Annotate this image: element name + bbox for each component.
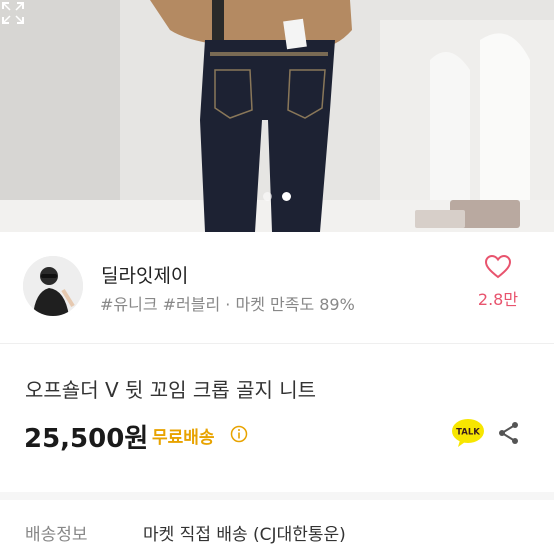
- product-price: 25,500원: [24, 424, 149, 454]
- carousel-indicator: [0, 192, 554, 201]
- product-title: 오프숄더 V 뒷 꼬임 크롭 골지 니트: [25, 378, 317, 402]
- seller-name[interactable]: 딜라잇제이: [101, 261, 188, 288]
- free-shipping-badge: 무료배송: [152, 428, 215, 448]
- carousel-dot-active[interactable]: [282, 192, 291, 201]
- heart-icon: [484, 254, 512, 279]
- section-divider: [0, 492, 554, 500]
- shipping-info-label: 배송정보: [25, 525, 88, 545]
- like-button[interactable]: 2.8만: [463, 254, 533, 310]
- seller-avatar[interactable]: [23, 256, 83, 316]
- like-count: 2.8만: [477, 290, 519, 309]
- shipping-info-value: 마켓 직접 배송 (CJ대한통운): [143, 525, 346, 545]
- carousel-dot[interactable]: [263, 192, 272, 201]
- product-image[interactable]: [0, 0, 554, 232]
- expand-icon[interactable]: [0, 0, 26, 26]
- kakao-talk-icon[interactable]: TALK: [451, 418, 485, 448]
- info-icon[interactable]: [230, 425, 248, 443]
- seller-tags: #유니크 #러블리 · 마켓 만족도 89%: [100, 295, 355, 314]
- svg-text:TALK: TALK: [456, 428, 480, 438]
- divider: [0, 343, 554, 344]
- share-icon[interactable]: [497, 421, 521, 445]
